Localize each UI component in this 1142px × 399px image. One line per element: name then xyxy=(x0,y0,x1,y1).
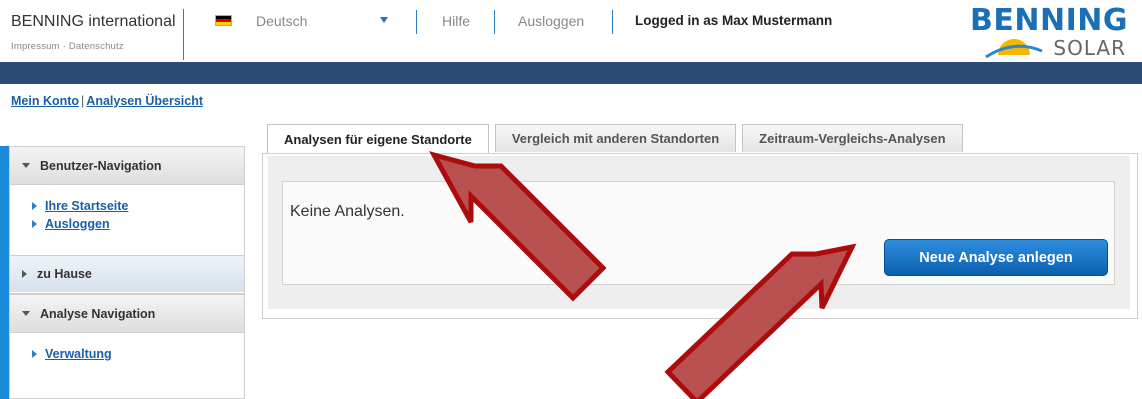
analysis-tabs: Analysen für eigene Standorte Vergleich … xyxy=(267,124,969,154)
new-analysis-button[interactable]: Neue Analyse anlegen xyxy=(884,239,1108,276)
sidebar: Benutzer-Navigation Ihre Startseite Ausl… xyxy=(9,146,245,399)
header-divider xyxy=(612,10,613,34)
legal-links[interactable]: Impressum · Datenschutz xyxy=(11,41,124,52)
tab-compare-other-locations[interactable]: Vergleich mit anderen Standorten xyxy=(494,124,737,152)
main-nav-bar xyxy=(0,62,1142,84)
home-header[interactable]: zu Hause xyxy=(10,256,244,292)
logout-link[interactable]: Ausloggen xyxy=(518,13,584,29)
help-link[interactable]: Hilfe xyxy=(442,13,470,29)
sidebar-accent-strip xyxy=(0,146,9,399)
caret-down-icon xyxy=(22,311,30,316)
header-divider xyxy=(183,9,184,60)
triangle-right-icon xyxy=(32,220,37,228)
sidebar-item-home-page[interactable]: Ihre Startseite xyxy=(32,197,244,215)
page-header: BENNING international Impressum · Datens… xyxy=(0,0,1142,62)
caret-right-icon xyxy=(22,270,27,278)
analysis-navigation-header[interactable]: Analyse Navigation xyxy=(10,295,244,333)
user-navigation-panel: Benutzer-Navigation Ihre Startseite Ausl… xyxy=(9,146,245,256)
sun-swoosh-icon xyxy=(985,39,1043,59)
caret-down-icon xyxy=(22,163,30,168)
breadcrumb-separator: | xyxy=(81,94,85,108)
breadcrumb-my-account[interactable]: Mein Konto xyxy=(11,94,79,108)
empty-state-message: Keine Analysen. xyxy=(290,203,405,220)
triangle-right-icon xyxy=(32,350,37,358)
login-status: Logged in as Max Mustermann xyxy=(635,13,833,28)
user-navigation-header[interactable]: Benutzer-Navigation xyxy=(10,147,244,185)
home-panel: zu Hause xyxy=(9,256,245,294)
sidebar-item-administration[interactable]: Verwaltung xyxy=(32,345,244,363)
language-select[interactable]: Deutsch xyxy=(256,13,396,29)
tab-period-comparison[interactable]: Zeitraum-Vergleichs-Analysen xyxy=(742,124,963,152)
german-flag-icon xyxy=(215,15,232,26)
header-divider xyxy=(494,10,495,34)
sidebar-item-logout[interactable]: Ausloggen xyxy=(32,215,244,233)
header-divider xyxy=(416,10,417,34)
brand-name: BENNING international xyxy=(11,13,176,30)
benning-solar-logo[interactable]: BENNING SOLAR xyxy=(966,3,1128,61)
breadcrumb: Mein Konto | Analysen Übersicht xyxy=(11,94,203,108)
analysis-navigation-panel: Analyse Navigation Verwaltung xyxy=(9,294,245,399)
triangle-right-icon xyxy=(32,202,37,210)
tab-own-locations[interactable]: Analysen für eigene Standorte xyxy=(267,124,489,154)
chevron-down-icon[interactable] xyxy=(380,17,388,23)
breadcrumb-analyses-overview[interactable]: Analysen Übersicht xyxy=(86,94,203,108)
